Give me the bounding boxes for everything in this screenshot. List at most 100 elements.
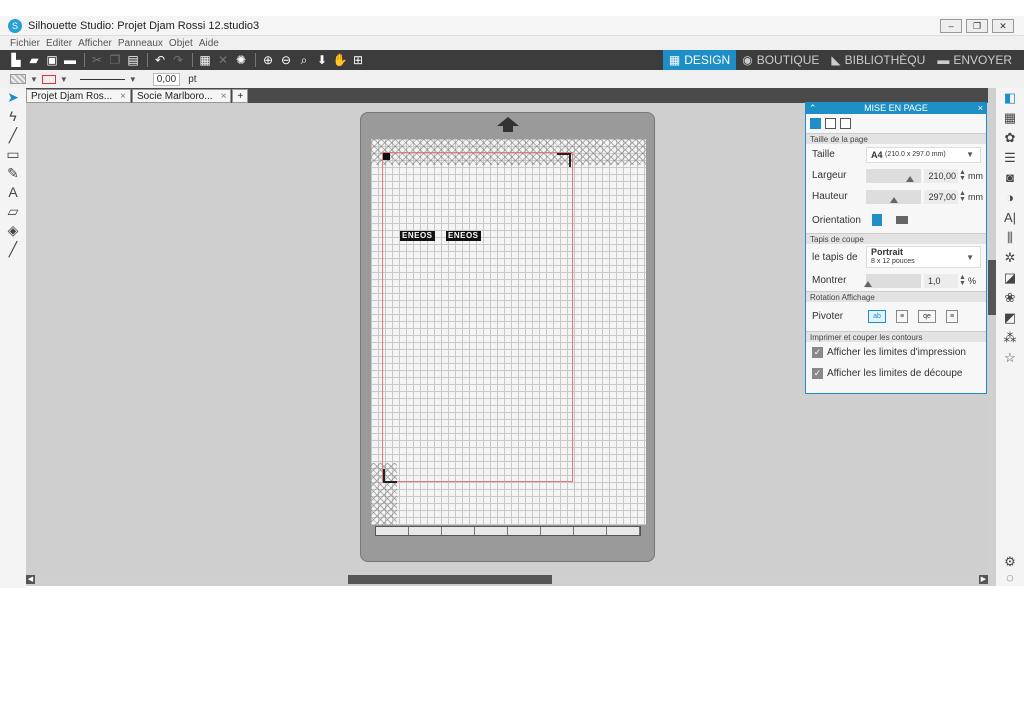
knife-tool-icon[interactable]: ╱ <box>0 240 26 259</box>
chevron-down-icon[interactable]: ▼ <box>60 75 68 84</box>
contrast-icon[interactable]: ◑ <box>996 188 1024 208</box>
move-down-icon[interactable]: ⬇ <box>314 53 330 67</box>
page-setup-panel-icon[interactable]: ◧ <box>996 88 1024 108</box>
redo-icon[interactable]: ↷ <box>170 53 186 67</box>
collapse-panel-icon[interactable]: ⌃ <box>809 103 817 114</box>
taille-select[interactable]: A4 (210.0 x 297.0 mm) ▼ <box>866 146 981 163</box>
line-width-input[interactable]: 0,00 <box>152 72 181 86</box>
deselect-icon[interactable]: ✕ <box>215 53 231 67</box>
undo-icon[interactable]: ↶ <box>152 53 168 67</box>
line-tool-icon[interactable]: ╱ <box>0 126 26 145</box>
tapis-select[interactable]: Portrait 8 x 12 pouces ▼ <box>866 246 981 268</box>
open-folder-icon[interactable]: ▰ <box>26 53 42 67</box>
montrer-input[interactable]: 1,0 <box>924 273 958 288</box>
largeur-slider[interactable] <box>866 168 921 183</box>
zoom-out-icon[interactable]: ⊖ <box>278 53 294 67</box>
draw-box-icon[interactable]: ▱ <box>0 202 26 221</box>
fill-panel-icon[interactable]: ◙ <box>996 168 1024 188</box>
eneos-text-object[interactable]: ENEOS <box>446 231 481 241</box>
grid-panel-icon[interactable]: ▦ <box>996 108 1024 128</box>
rotate-180-icon[interactable]: qe <box>918 310 936 323</box>
vertical-scrollbar[interactable] <box>988 90 996 580</box>
tab-bibliotheque[interactable]: ◣ BIBLIOTHÈQU <box>825 50 931 70</box>
favorites-star-icon[interactable]: ☆ <box>996 348 1024 368</box>
print-icon[interactable]: ▬ <box>62 53 78 67</box>
eneos-text-object[interactable]: ENEOS <box>400 231 435 241</box>
close-window-button[interactable]: ✕ <box>992 19 1014 33</box>
new-document-icon[interactable]: ▙ <box>8 53 24 67</box>
montrer-slider[interactable] <box>864 273 921 288</box>
chevron-down-icon[interactable]: ▼ <box>30 75 38 84</box>
spin-arrows-icon[interactable]: ▲ ▼ <box>959 190 966 203</box>
rotate-270-icon[interactable]: ≡ <box>946 310 958 323</box>
new-tab-button[interactable]: + <box>232 89 249 103</box>
trace-icon[interactable]: ⁂ <box>996 328 1024 348</box>
grid-settings-icon[interactable] <box>825 118 836 129</box>
minimize-button[interactable]: – <box>940 19 962 33</box>
slider-handle[interactable] <box>864 280 872 287</box>
offset-icon[interactable]: ◩ <box>996 308 1024 328</box>
close-icon[interactable]: × <box>221 91 227 102</box>
save-icon[interactable]: ▣ <box>44 53 60 67</box>
portrait-icon[interactable] <box>872 214 882 226</box>
line-style-preview[interactable] <box>79 78 125 80</box>
doc-tab-projet[interactable]: Projet Djam Ros... × <box>26 89 131 103</box>
line-color-swatch[interactable] <box>41 74 56 84</box>
eraser-tool-icon[interactable]: ◈ <box>0 221 26 240</box>
rotate-0-icon[interactable]: ab <box>868 310 886 323</box>
maximize-button[interactable]: ❐ <box>966 19 988 33</box>
fill-swatch[interactable] <box>10 74 26 84</box>
landscape-icon[interactable] <box>896 216 908 224</box>
horizontal-scroll-thumb[interactable] <box>348 575 552 584</box>
select-settings-icon[interactable]: ✺ <box>233 53 249 67</box>
zoom-in-icon[interactable]: ⊕ <box>260 53 276 67</box>
pencil-tool-icon[interactable]: ✎ <box>0 164 26 183</box>
vertical-scroll-thumb[interactable] <box>988 260 996 315</box>
rotate-90-icon[interactable]: ≡ <box>896 310 908 323</box>
slider-handle[interactable] <box>890 196 898 203</box>
line-style-icon[interactable]: ☰ <box>996 148 1024 168</box>
copy-icon[interactable]: ❐ <box>107 53 123 67</box>
horizontal-scrollbar[interactable]: ◀ ▶ <box>26 575 988 584</box>
menu-panneaux[interactable]: Panneaux <box>118 38 163 49</box>
spin-arrows-icon[interactable]: ▲ ▼ <box>959 274 966 287</box>
replicate-icon[interactable]: ◪ <box>996 268 1024 288</box>
spin-arrows-icon[interactable]: ▲ ▼ <box>959 169 966 182</box>
largeur-input[interactable]: 210,00 <box>924 168 958 183</box>
menu-afficher[interactable]: Afficher <box>78 38 112 49</box>
silhouette-swirl-icon[interactable]: ◌ <box>996 568 1024 588</box>
align-icon[interactable]: ⫼ <box>996 228 1024 248</box>
tab-envoyer[interactable]: ▬ ENVOYER <box>931 50 1018 70</box>
transform-icon[interactable]: ✲ <box>996 248 1024 268</box>
hauteur-input[interactable]: 297,00 <box>924 189 958 204</box>
pan-hand-icon[interactable]: ✋ <box>332 53 348 67</box>
tab-design[interactable]: ▦ DESIGN <box>662 50 737 70</box>
text-style-icon[interactable]: A| <box>996 208 1024 228</box>
rectangle-tool-icon[interactable]: ▭ <box>0 145 26 164</box>
mat-grid[interactable]: ENEOS ENEOS <box>371 139 646 525</box>
point-edit-icon[interactable]: ϟ <box>0 107 26 126</box>
background-icon[interactable] <box>840 118 851 129</box>
page-setup-icon[interactable] <box>810 118 821 129</box>
hauteur-slider[interactable] <box>866 189 921 204</box>
select-all-icon[interactable]: ▦ <box>197 53 213 67</box>
paste-icon[interactable]: ▤ <box>125 53 141 67</box>
scroll-right-icon[interactable]: ▶ <box>979 575 988 584</box>
select-arrow-icon[interactable]: ➤ <box>0 88 26 107</box>
scroll-left-icon[interactable]: ◀ <box>26 575 35 584</box>
close-panel-icon[interactable]: × <box>978 103 983 114</box>
cut-limits-checkbox[interactable]: ✓ <box>812 368 823 379</box>
slider-handle[interactable] <box>906 175 914 182</box>
zoom-select-icon[interactable]: ⌕ <box>296 53 312 68</box>
doc-tab-socie[interactable]: Socie Marlboro... × <box>131 89 232 103</box>
fit-page-icon[interactable]: ⊞ <box>350 53 366 67</box>
menu-aide[interactable]: Aide <box>199 38 219 49</box>
cut-icon[interactable]: ✂ <box>89 53 105 67</box>
menu-objet[interactable]: Objet <box>169 38 193 49</box>
menu-fichier[interactable]: Fichier <box>10 38 40 49</box>
menu-editer[interactable]: Editer <box>46 38 72 49</box>
text-tool-icon[interactable]: A <box>0 183 26 202</box>
modify-icon[interactable]: ❀ <box>996 288 1024 308</box>
palette-icon[interactable]: ✿ <box>996 128 1024 148</box>
tab-boutique[interactable]: ◉ BOUTIQUE <box>736 50 825 70</box>
